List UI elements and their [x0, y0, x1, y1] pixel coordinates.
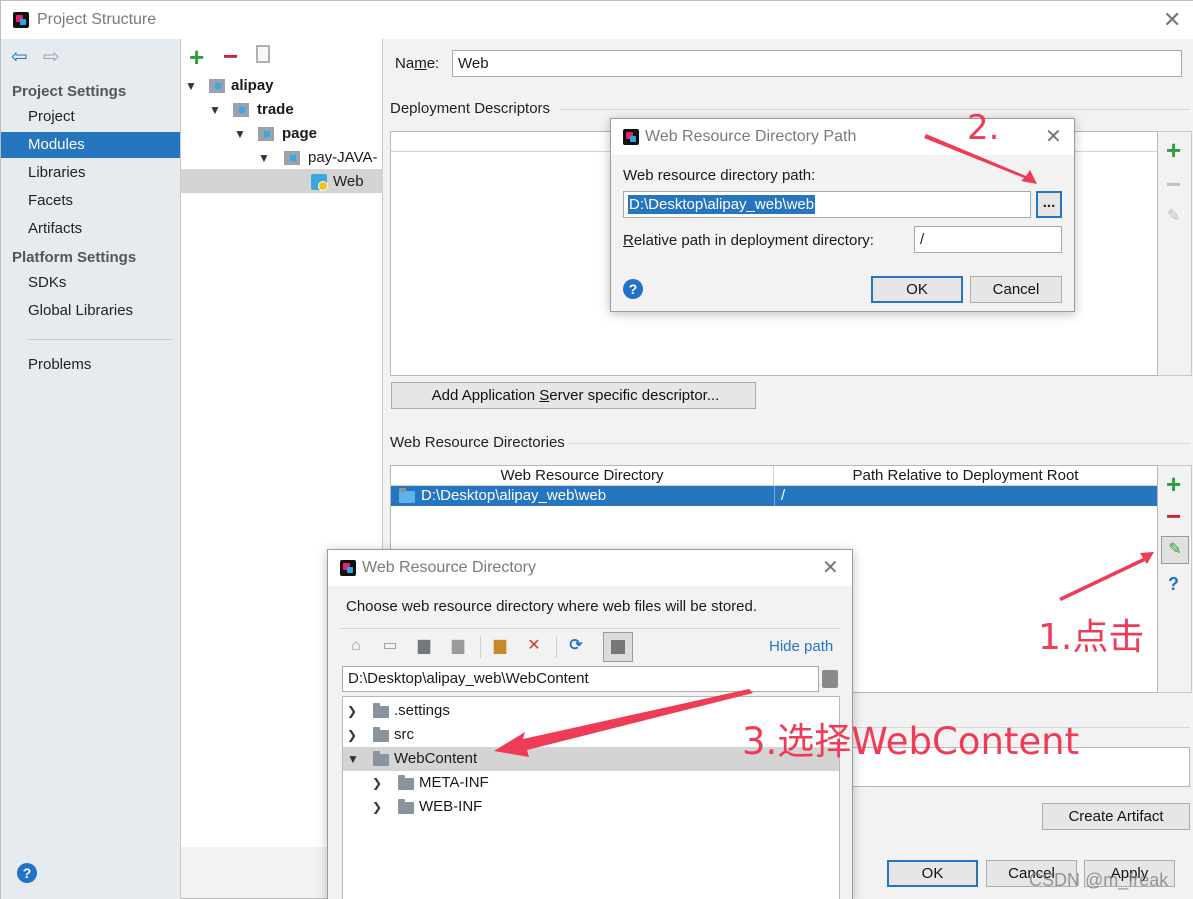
watermark: CSDN @m_freak — [1029, 870, 1169, 890]
annotation-step2: 2. — [967, 108, 1000, 148]
arrow-to-edit-button — [1059, 552, 1154, 601]
project-structure-window: Project Structure ✕ ⇦ ⇨ Project Settings… — [0, 0, 1193, 899]
annotation-step3: 3.选择WebContent — [742, 720, 1080, 763]
arrow-to-webcontent — [494, 689, 753, 757]
annotation-step1: 1.点击 — [1038, 617, 1145, 658]
